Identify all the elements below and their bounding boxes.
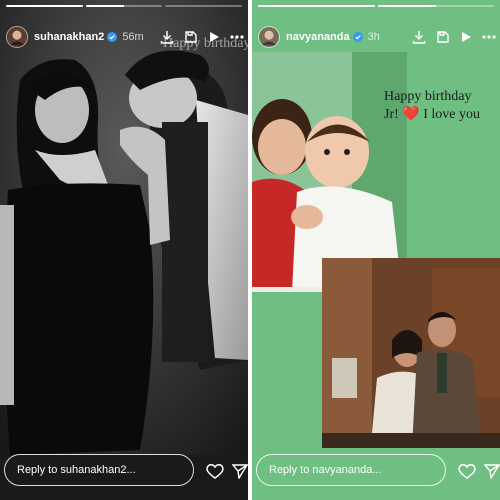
progress-segment [85,5,163,7]
progress-fill [85,5,124,7]
story-time: 56m [122,31,144,43]
send-icon[interactable] [232,463,248,479]
story-photo-bw-couple [0,0,248,500]
verified-badge-icon [352,32,363,42]
birthday-line-2-prefix: Jr! [384,107,399,122]
story-panel-suhanakhan2[interactable]: suhanakhan2 56m Happy birthday Reply to … [0,0,248,500]
verified-badge-icon [107,32,118,42]
avatar[interactable] [258,26,280,48]
heart-icon[interactable] [206,463,224,479]
download-icon[interactable] [412,30,426,44]
more-icon[interactable] [482,35,496,39]
progress-fill [6,5,83,7]
birthday-line-1: Happy birthday [384,89,472,104]
progress-segment [377,5,494,7]
birthday-message: Happy birthday Jr! ❤️ I love you [384,88,480,124]
story-progress [258,5,494,7]
story-progress [6,5,243,7]
progress-fill [377,5,436,7]
reply-input[interactable]: Reply to suhanakhan2... [4,454,194,486]
heart-icon[interactable] [458,463,476,479]
story-overlay-text: Happy birthday [163,36,248,51]
progress-fill [258,5,375,7]
story-header: navyananda 3h [258,24,496,50]
save-icon[interactable] [436,30,450,44]
progress-segment [165,5,243,7]
send-icon[interactable] [484,463,500,479]
red-heart-emoji-icon: ❤️ [402,107,420,122]
story-photo-couple [322,258,500,448]
progress-segment [258,5,375,7]
birthday-line-2-suffix: I love you [423,107,480,122]
story-username[interactable]: navyananda [286,31,350,43]
story-panel-navyananda[interactable]: Happy birthday Jr! ❤️ I love you navyana… [252,0,500,500]
progress-segment [6,5,83,7]
story-time: 3h [367,31,380,43]
story-username[interactable]: suhanakhan2 [34,31,104,43]
avatar[interactable] [6,26,28,48]
reply-input[interactable]: Reply to navyananda... [256,454,446,486]
play-icon[interactable] [460,31,472,43]
birthday-line-2: Jr! ❤️ I love you [384,106,480,124]
